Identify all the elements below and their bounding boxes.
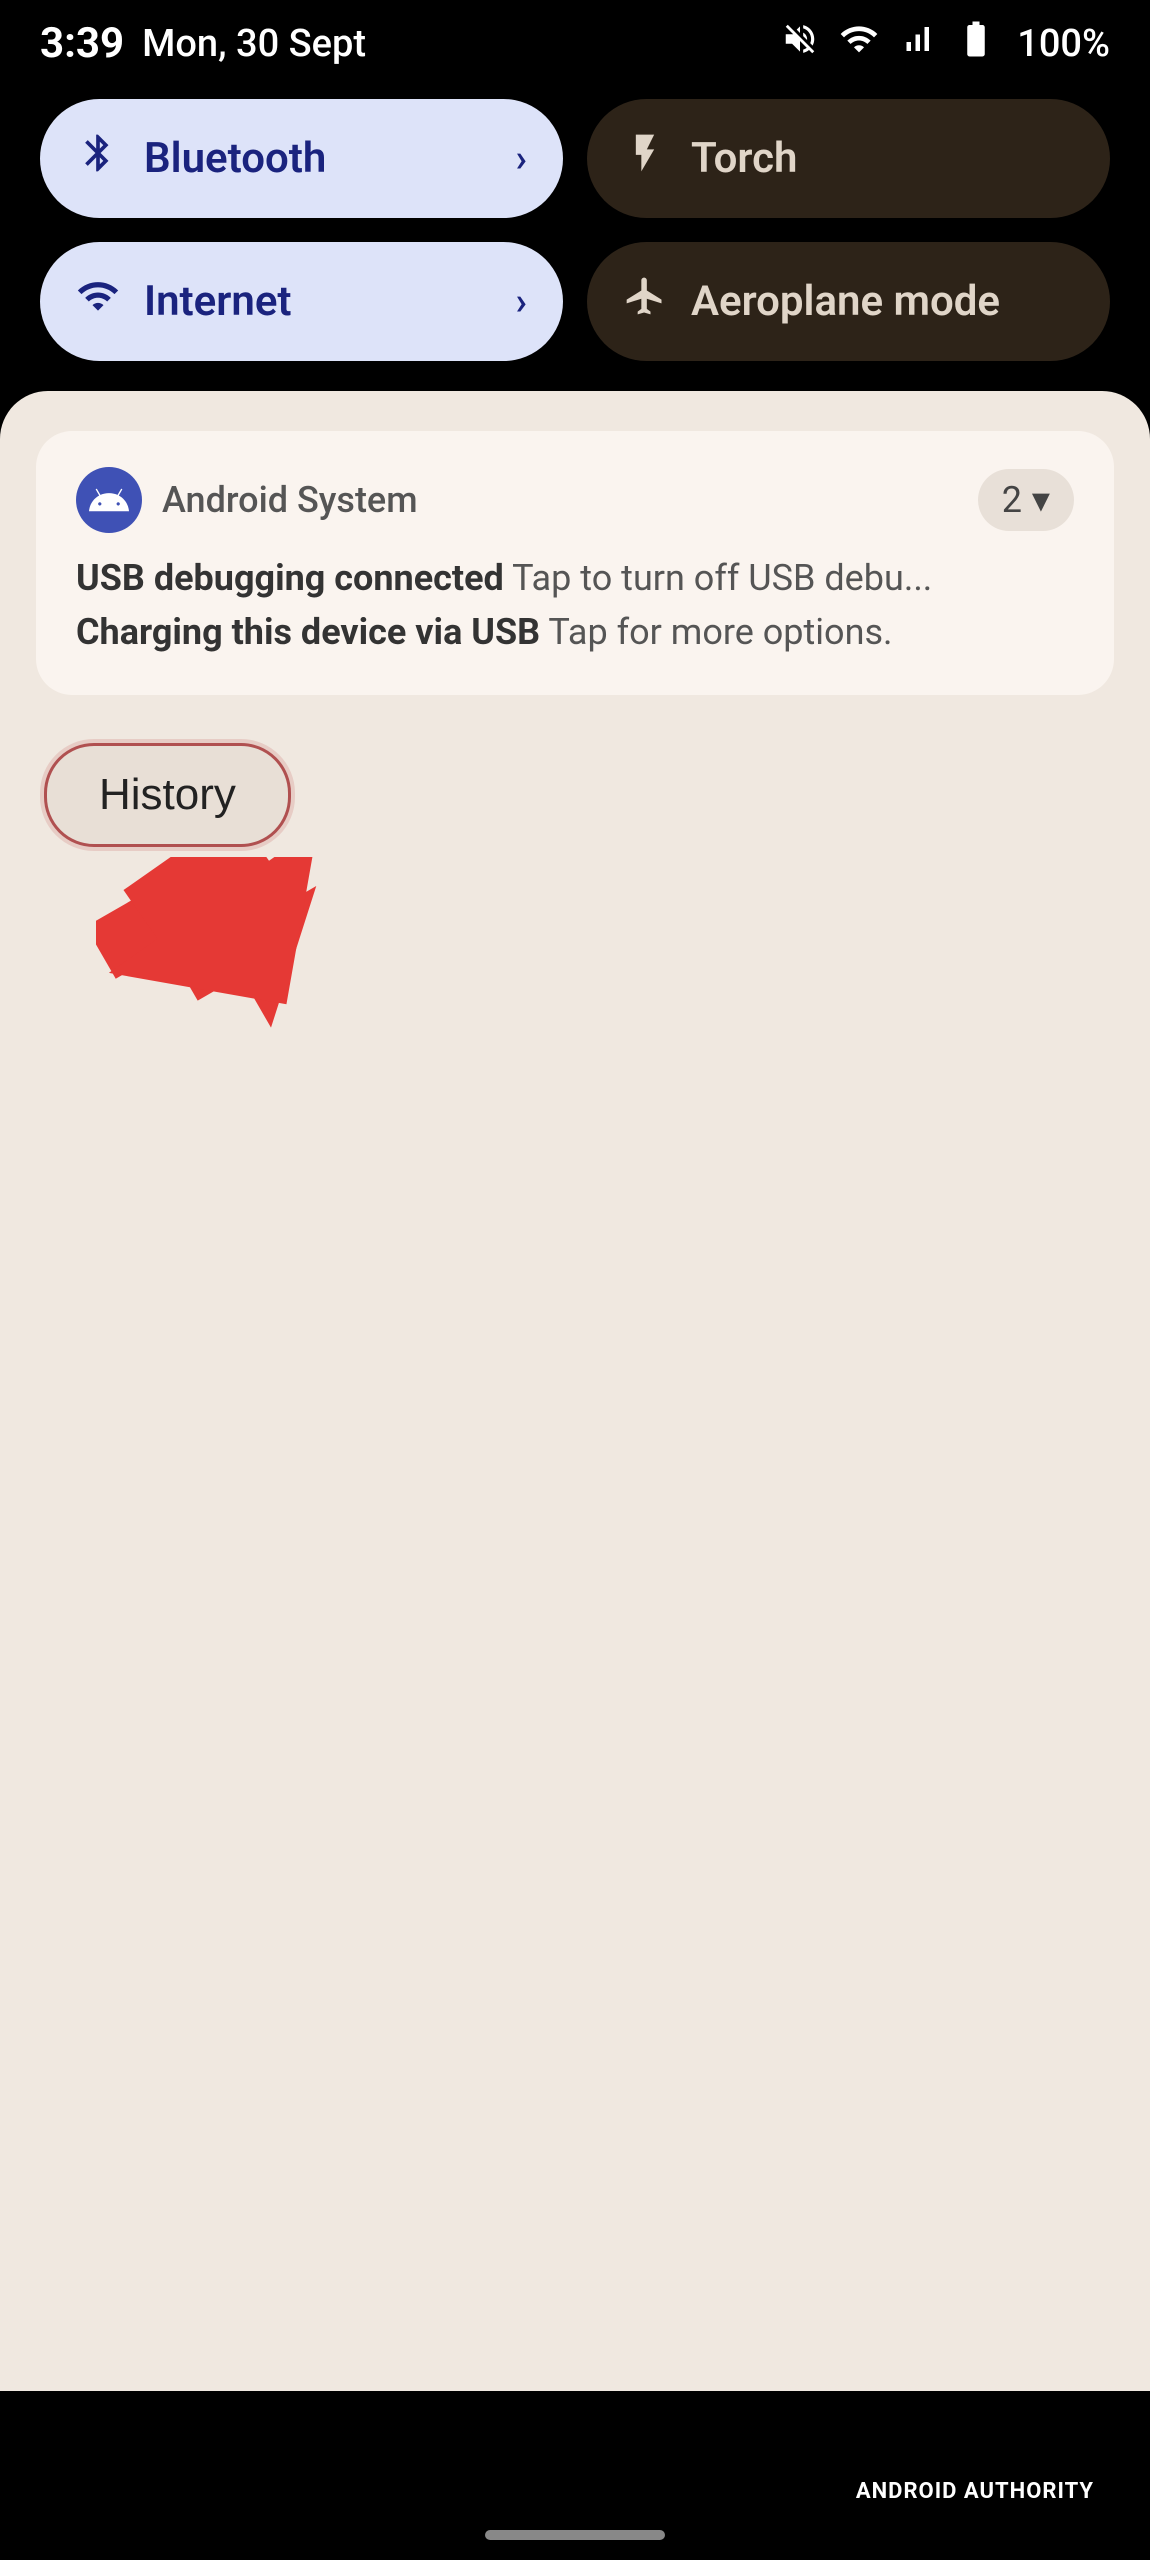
- internet-label: Internet: [144, 277, 492, 326]
- bluetooth-tile[interactable]: Bluetooth ›: [40, 99, 563, 218]
- notif-app-name: Android System: [162, 479, 418, 521]
- battery-percent: 100%: [1017, 22, 1110, 66]
- android-system-icon: [76, 467, 142, 533]
- internet-tile[interactable]: Internet ›: [40, 242, 563, 361]
- aeroplane-label: Aeroplane mode: [691, 277, 1074, 326]
- quick-settings: Bluetooth › Torch Internet › Aeroplane m…: [0, 79, 1150, 391]
- notif-normal-1: Tap to turn off USB debu...: [512, 557, 932, 599]
- torch-tile[interactable]: Torch: [587, 99, 1110, 218]
- notif-app-info: Android System: [76, 467, 418, 533]
- status-left: 3:39 Mon, 30 Sept: [40, 19, 366, 68]
- aeroplane-tile[interactable]: Aeroplane mode: [587, 242, 1110, 361]
- status-date: Mon, 30 Sept: [142, 22, 366, 66]
- notification-card[interactable]: Android System 2 ▾ USB debugging connect…: [36, 431, 1114, 695]
- history-button[interactable]: History: [44, 743, 291, 847]
- signal-icon: [899, 21, 935, 66]
- internet-chevron: ›: [516, 280, 527, 324]
- notif-bold-2: Charging this device via USB: [76, 611, 540, 653]
- torch-label: Torch: [691, 134, 1074, 183]
- notif-message-1: USB debugging connected Tap to turn off …: [76, 551, 1074, 605]
- mute-icon: [781, 20, 819, 67]
- notif-header: Android System 2 ▾: [76, 467, 1074, 533]
- wifi-icon: [839, 19, 879, 68]
- status-time: 3:39: [40, 19, 124, 68]
- bluetooth-label: Bluetooth: [144, 134, 492, 183]
- history-button-container: History: [36, 727, 1114, 1077]
- notification-area: Android System 2 ▾ USB debugging connect…: [0, 391, 1150, 2391]
- aeroplane-icon: [623, 274, 667, 329]
- notif-count-badge[interactable]: 2 ▾: [978, 469, 1074, 531]
- home-indicator[interactable]: [485, 2530, 665, 2540]
- bluetooth-icon: [76, 131, 120, 186]
- arrow-annotation: [96, 857, 376, 1077]
- notif-normal-2: Tap for more options.: [548, 611, 892, 653]
- watermark: ANDROID AUTHORITY: [840, 2471, 1110, 2512]
- status-right: 100%: [781, 18, 1110, 69]
- red-arrow-svg: [96, 857, 396, 1087]
- notif-count: 2: [1002, 479, 1022, 521]
- notif-expand-icon: ▾: [1032, 479, 1050, 521]
- wifi-tile-icon: [76, 274, 120, 329]
- status-bar: 3:39 Mon, 30 Sept 100%: [0, 0, 1150, 79]
- bluetooth-chevron: ›: [516, 137, 527, 181]
- notif-bold-1: USB debugging connected: [76, 557, 504, 599]
- notif-message-2: Charging this device via USB Tap for mor…: [76, 605, 1074, 659]
- torch-icon: [623, 131, 667, 186]
- battery-icon: [955, 18, 997, 69]
